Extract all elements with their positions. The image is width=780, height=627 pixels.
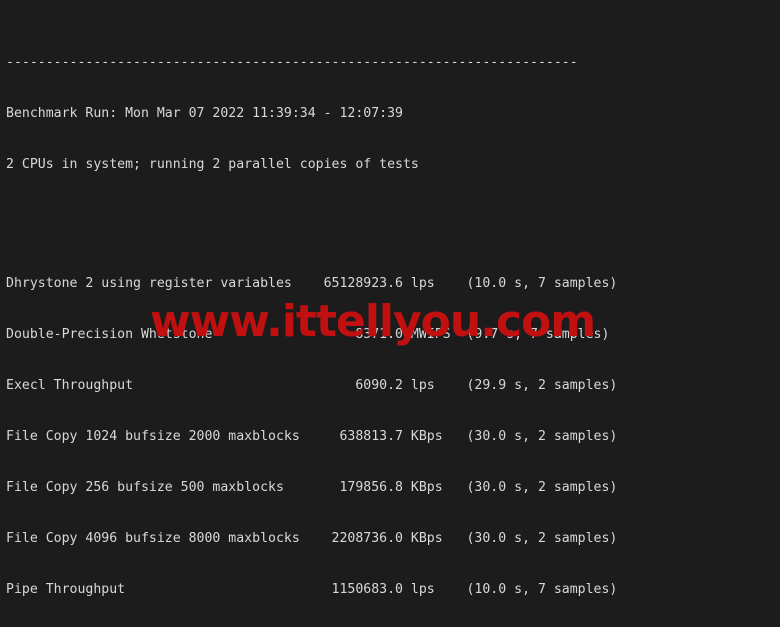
cpu-info-line: 2 CPUs in system; running 2 parallel cop… <box>6 157 419 172</box>
benchmark-run-line: Benchmark Run: Mon Mar 07 2022 11:39:34 … <box>6 106 403 121</box>
raw-result-row: Dhrystone 2 using register variables 651… <box>6 276 618 291</box>
terminal-window: ----------------------------------------… <box>0 0 780 627</box>
raw-result-row: Double-Precision Whetstone 8371.0 MWIPS … <box>6 327 610 342</box>
terminal-output[interactable]: ----------------------------------------… <box>0 0 617 627</box>
raw-result-row: Pipe Throughput 1150683.0 lps (10.0 s, 7… <box>6 582 618 597</box>
raw-result-row: Execl Throughput 6090.2 lps (29.9 s, 2 s… <box>6 378 618 393</box>
raw-result-row: File Copy 256 bufsize 500 maxblocks 1798… <box>6 480 618 495</box>
top-separator: ----------------------------------------… <box>6 55 578 70</box>
raw-result-row: File Copy 4096 bufsize 8000 maxblocks 22… <box>6 531 618 546</box>
raw-result-row: File Copy 1024 bufsize 2000 maxblocks 63… <box>6 429 618 444</box>
